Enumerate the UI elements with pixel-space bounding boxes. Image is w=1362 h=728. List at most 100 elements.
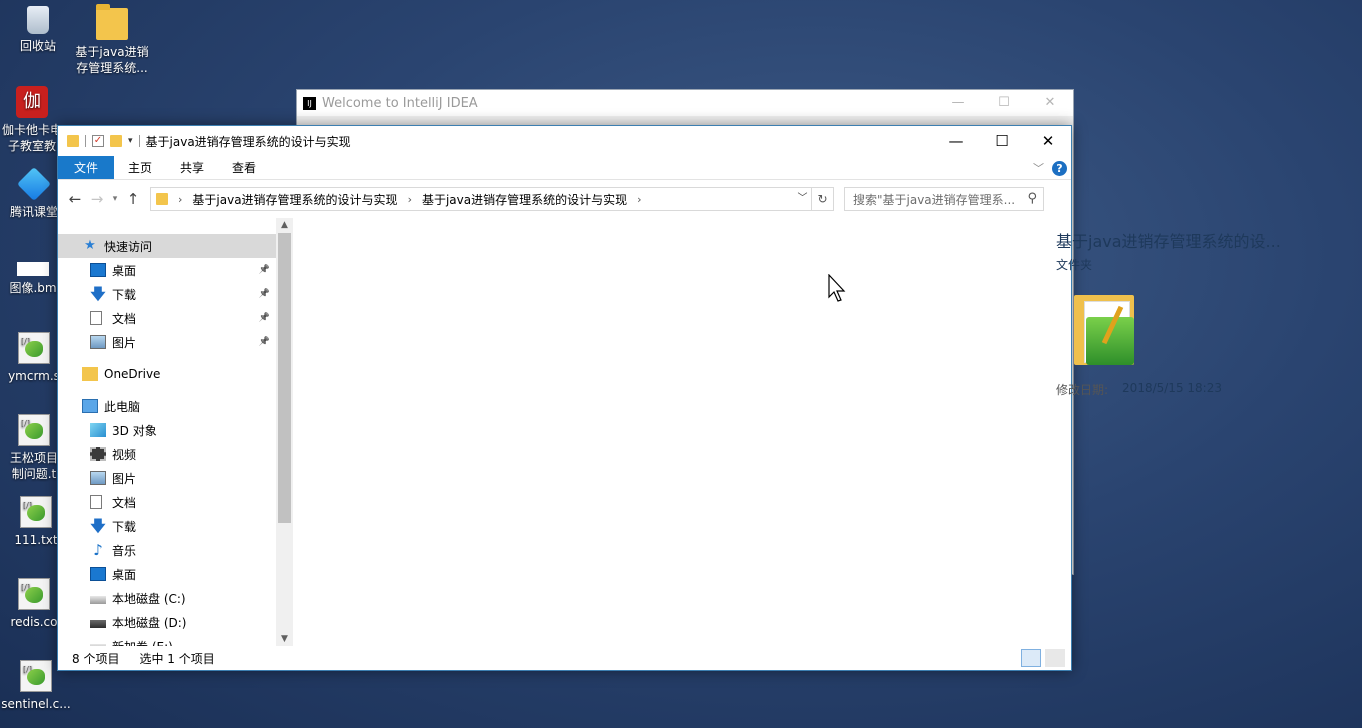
nav-item[interactable]: 桌面 📌 xyxy=(58,258,276,282)
nav-item-label: 文档 xyxy=(112,495,137,510)
desktop-icon-label: 存管理系统... xyxy=(76,61,148,75)
desktop-icon-project-folder[interactable]: 基于java进销 存管理系统... xyxy=(74,4,150,76)
back-button[interactable]: ← xyxy=(64,190,86,208)
intellij-logo-icon: IJ xyxy=(303,96,316,110)
tab-file[interactable]: 文件 xyxy=(58,156,115,179)
notepad-file-icon xyxy=(20,660,52,692)
customize-toolbar-icon[interactable]: ▾ xyxy=(128,136,133,146)
properties-icon[interactable]: ✓ xyxy=(92,135,104,147)
computer-icon xyxy=(82,399,98,413)
nav-item[interactable]: 本地磁盘 (D:) xyxy=(58,610,276,634)
tencent-classroom-icon xyxy=(17,167,51,201)
nav-item[interactable]: ♪ 音乐 xyxy=(58,538,276,562)
breadcrumb-item[interactable]: 基于java进销存管理系统的设计与实现 xyxy=(192,191,397,208)
breadcrumb-item[interactable]: 基于java进销存管理系统的设计与实现 xyxy=(422,191,627,208)
close-button[interactable]: ✕ xyxy=(1025,126,1071,156)
nav-item[interactable]: 此电脑 xyxy=(58,394,276,418)
nav-item[interactable]: 文档 📌 xyxy=(58,306,276,330)
nav-item[interactable]: 桌面 xyxy=(58,562,276,586)
intellij-close-button[interactable]: ✕ xyxy=(1027,90,1073,116)
nav-item[interactable]: 新加卷 (E:) xyxy=(58,634,276,646)
nav-item[interactable]: OneDrive xyxy=(58,362,276,386)
nav-item[interactable]: 文档 xyxy=(58,490,276,514)
desktop-icon-label: 基于java进销 xyxy=(75,45,149,59)
folder-icon xyxy=(96,4,128,40)
file-list-area[interactable]: 基于java进销存管理系统的设... 文件夹 修改日期: 2018/5/15 1… xyxy=(294,218,1281,646)
file-explorer-window[interactable]: ✓ ▾ 基于java进销存管理系统的设计与实现 — ☐ ✕ 文件 主页 共享 查… xyxy=(57,125,1281,671)
nav-item[interactable]: 🡇 下载 📌 xyxy=(58,282,276,306)
modified-date-label: 修改日期: xyxy=(1056,383,1109,397)
chevron-right-icon[interactable]: › xyxy=(408,193,412,206)
new-folder-icon[interactable] xyxy=(110,135,122,147)
address-bar[interactable]: › 基于java进销存管理系统的设计与实现 › 基于java进销存管理系统的设计… xyxy=(150,187,812,211)
chevron-right-icon[interactable]: › xyxy=(178,193,182,206)
pin-icon: 📌 xyxy=(258,337,270,347)
up-button[interactable]: ↑ xyxy=(122,190,144,208)
nav-scrollbar[interactable]: ▲ ▼ xyxy=(276,218,293,646)
pin-icon: 📌 xyxy=(258,289,270,299)
nav-item-label: 桌面 xyxy=(112,263,137,278)
nav-item[interactable]: 图片 xyxy=(58,466,276,490)
expand-ribbon-chevron-icon[interactable]: ﹀ xyxy=(1033,160,1044,176)
recent-locations-chevron-icon[interactable]: ▾ xyxy=(108,194,122,204)
scroll-thumb[interactable] xyxy=(278,233,291,523)
desktop-icon-recycle-bin[interactable]: 回收站 xyxy=(0,6,76,54)
search-icon[interactable]: ⚲ xyxy=(1027,191,1037,206)
tab-home[interactable]: 主页 xyxy=(114,156,166,179)
nav-item-label: 3D 对象 xyxy=(112,423,157,438)
tab-view[interactable]: 查看 xyxy=(218,156,270,179)
refresh-button[interactable]: ↻ xyxy=(812,187,834,211)
nav-item-label: 本地磁盘 (D:) xyxy=(112,615,187,630)
details-item-type: 文件夹 xyxy=(1056,258,1093,272)
folder-icon xyxy=(82,367,98,381)
maximize-button[interactable]: ☐ xyxy=(979,126,1025,156)
help-icon[interactable]: ? xyxy=(1052,160,1067,176)
explorer-titlebar[interactable]: ✓ ▾ 基于java进销存管理系统的设计与实现 — ☐ ✕ xyxy=(58,126,1071,156)
nav-item-label: 桌面 xyxy=(112,567,137,582)
scroll-down-arrow-icon[interactable]: ▼ xyxy=(276,634,293,644)
pin-icon: 📌 xyxy=(258,265,270,275)
drive-icon xyxy=(90,596,106,604)
notepad-file-icon xyxy=(18,332,50,364)
nav-item-label: 视频 xyxy=(112,447,137,462)
nav-item-label: OneDrive xyxy=(104,367,161,381)
nav-item[interactable]: 视频 xyxy=(58,442,276,466)
nav-item[interactable]: 图片 📌 xyxy=(58,330,276,354)
notepad-file-icon xyxy=(20,496,52,528)
nav-item[interactable]: 3D 对象 xyxy=(58,418,276,442)
nav-item-label: 本地磁盘 (C:) xyxy=(112,591,186,606)
folder-preview-icon xyxy=(1070,291,1136,369)
folder-icon xyxy=(156,193,168,205)
details-view-button[interactable] xyxy=(1021,649,1041,667)
document-icon xyxy=(90,495,102,509)
desktop-icon-label: sentinel.c... xyxy=(1,697,71,711)
nav-item-label: 图片 xyxy=(112,335,137,350)
intellij-minimize-button[interactable]: — xyxy=(935,90,981,116)
pictures-icon xyxy=(90,335,106,349)
nav-item[interactable]: 本地磁盘 (C:) xyxy=(58,586,276,610)
document-icon xyxy=(90,311,102,325)
chevron-right-icon[interactable]: › xyxy=(637,193,641,206)
forward-button[interactable]: → xyxy=(86,190,108,208)
image-file-icon xyxy=(17,262,49,276)
ribbon-tabs: 文件 主页 共享 查看 ﹀ ? xyxy=(58,156,1071,180)
notepad-file-icon xyxy=(18,414,50,446)
minimize-button[interactable]: — xyxy=(933,126,979,156)
scroll-up-arrow-icon[interactable]: ▲ xyxy=(276,220,293,230)
intellij-maximize-button[interactable]: ☐ xyxy=(981,90,1027,116)
nav-item[interactable]: 🡇 下载 xyxy=(58,514,276,538)
video-icon xyxy=(90,447,106,461)
nav-item[interactable]: ★ 快速访问 xyxy=(58,234,276,258)
nav-item-label: 下载 xyxy=(112,519,137,534)
nav-item-label: 新加卷 (E:) xyxy=(112,638,173,647)
large-icons-view-button[interactable] xyxy=(1045,649,1065,667)
search-input[interactable]: 搜索"基于java进销存管理系... ⚲ xyxy=(844,187,1044,211)
pictures-icon xyxy=(90,471,106,485)
details-pane: 基于java进销存管理系统的设... 文件夹 修改日期: 2018/5/15 1… xyxy=(1056,218,1306,398)
status-bar: 8 个项目 选中 1 个项目 xyxy=(58,646,1071,670)
nav-item-label: 音乐 xyxy=(112,543,137,558)
tab-share[interactable]: 共享 xyxy=(166,156,218,179)
address-dropdown-chevron-icon[interactable]: ﹀ xyxy=(793,188,811,210)
window-title: 基于java进销存管理系统的设计与实现 xyxy=(145,134,351,149)
desktop-icon xyxy=(90,263,106,277)
